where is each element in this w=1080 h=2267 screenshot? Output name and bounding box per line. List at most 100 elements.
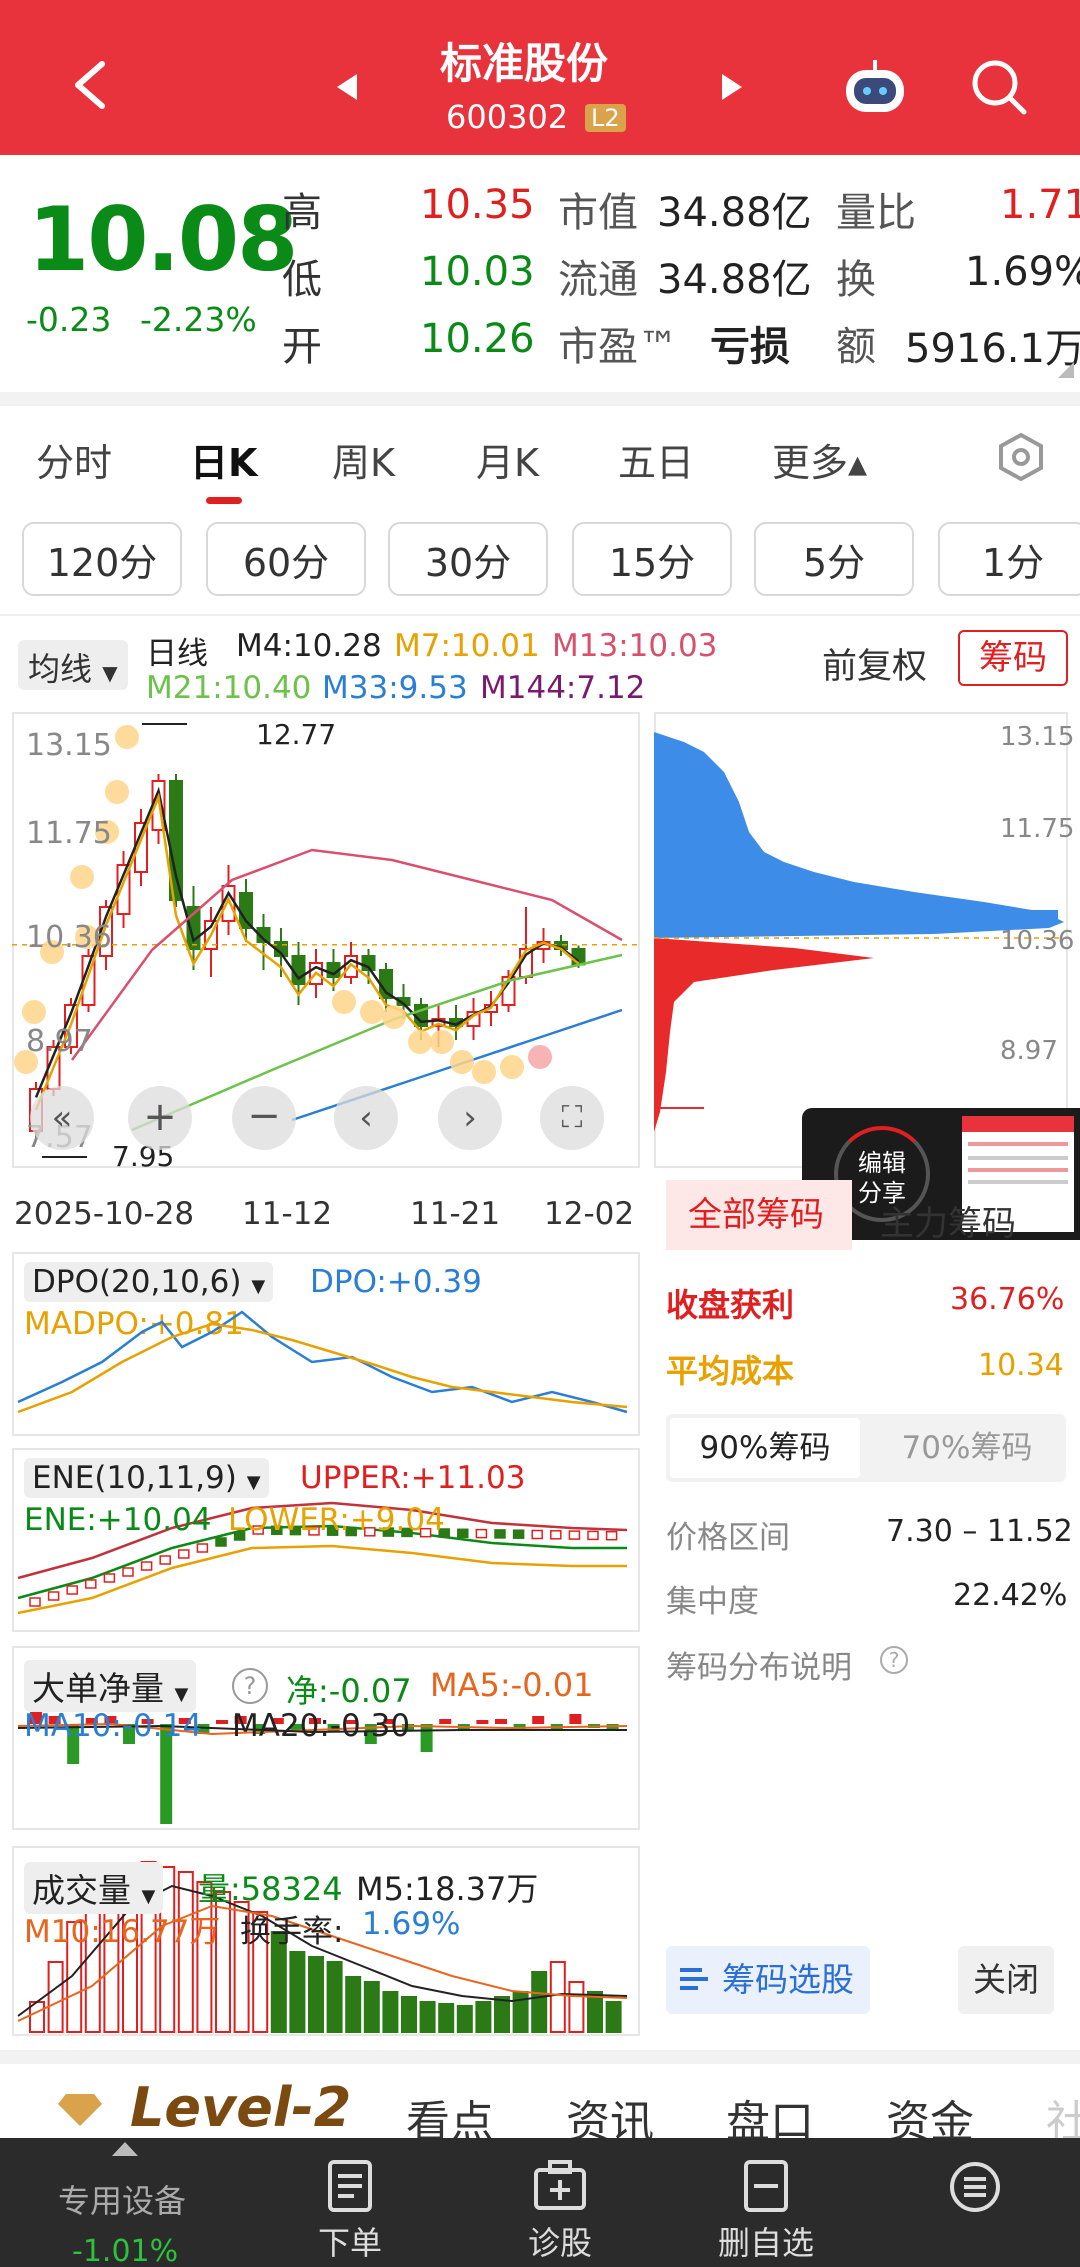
ene-candle — [494, 1529, 506, 1539]
tab-fenshi[interactable]: 分时 — [36, 432, 112, 487]
turnover-value: 1.69% — [965, 249, 1080, 295]
float-value: 34.88亿 — [657, 257, 812, 303]
ma-kind: 日线 — [146, 636, 208, 672]
robot-assistant-icon[interactable] — [840, 58, 910, 118]
adjust-mode[interactable]: 前复权 — [822, 638, 927, 689]
avg-cost-value: 10.34 — [978, 1348, 1064, 1383]
low-value: 10.03 — [420, 249, 535, 295]
concentration-label: 集中度 — [666, 1584, 759, 1620]
ene-candle — [457, 1528, 469, 1539]
mcap-label: 市值 — [558, 190, 638, 236]
period-60min-button[interactable]: 60分 — [206, 522, 366, 596]
tab-five-day[interactable]: 五日 — [618, 432, 694, 487]
chips-toggle-button[interactable]: 筹码 — [958, 630, 1068, 686]
tab-more[interactable]: 更多▴ — [772, 432, 867, 487]
close-chips-button[interactable]: 关闭 — [958, 1946, 1054, 2014]
volume-ratio-value: 1.71 — [1000, 182, 1080, 228]
scroll-left-fast-button[interactable]: « — [30, 1086, 94, 1150]
period-30min-button[interactable]: 30分 — [388, 522, 548, 596]
current-price: 10.08 — [28, 188, 298, 291]
volume-bar — [401, 1996, 417, 2033]
fullscreen-button[interactable]: ⛶ — [540, 1086, 604, 1150]
volume-bar — [438, 2003, 455, 2033]
divider — [0, 2050, 1080, 2064]
divider — [0, 614, 1080, 616]
tab-weekly-k[interactable]: 周K — [332, 432, 395, 487]
stock-name: 标准股份 — [440, 39, 609, 88]
kline-ylabel: 10.36 — [26, 920, 112, 955]
ma-m7: M7:10.01 — [394, 628, 540, 664]
turnover-label: 换 — [836, 257, 876, 303]
turnover-rate-value: 1.69% — [362, 1906, 461, 1942]
chip-ylabel: 13.15 — [1000, 722, 1075, 752]
high-note: 12.77 — [256, 718, 337, 751]
order-button-label[interactable]: 下单 — [318, 2218, 382, 2264]
volume-bar — [177, 1871, 194, 2033]
volume-bar — [47, 1961, 64, 2033]
td-count-marker — [528, 1045, 552, 1069]
period-label: 15分 — [608, 540, 696, 585]
help-circle-icon[interactable]: ? — [232, 1668, 268, 1704]
volume-bar — [326, 1961, 343, 2033]
stock-code: 600302 — [446, 98, 569, 136]
mcap-value: 34.88亿 — [657, 190, 812, 236]
order-form-icon[interactable] — [326, 2160, 374, 2212]
big-order-net: 净:-0.07 — [286, 1672, 412, 1710]
open-label: 开 — [282, 324, 322, 370]
chips-explain-link[interactable]: 筹码分布说明 — [666, 1642, 852, 1687]
profit-value: 36.76% — [950, 1282, 1065, 1317]
volume-bar — [289, 1951, 306, 2033]
period-1min-button[interactable]: 1分 — [938, 522, 1080, 596]
level2-label[interactable]: Level-2 — [130, 2076, 351, 2139]
scroll-right-button[interactable]: › — [438, 1086, 502, 1150]
chip-ylabel: 10.36 — [1000, 926, 1075, 956]
tab-daily-k[interactable]: 日K — [190, 432, 257, 487]
td-count-marker — [360, 1000, 384, 1024]
td-count-marker — [430, 1030, 454, 1054]
popup-text: 编辑 — [858, 1149, 906, 1177]
tab-main-chips[interactable]: 主力筹码 — [880, 1196, 1016, 1245]
volume-m5: M5:18.37万 — [356, 1870, 539, 1908]
period-5min-button[interactable]: 5分 — [754, 522, 914, 596]
ene-candle — [122, 1567, 134, 1577]
tab-all-chips[interactable]: 全部筹码 — [666, 1180, 852, 1250]
diagnose-button-label[interactable]: 诊股 — [528, 2218, 592, 2264]
seg-70-button[interactable]: 70%筹码 — [872, 1418, 1062, 1478]
float-label: 流通 — [558, 257, 638, 303]
td-count-marker — [332, 990, 356, 1014]
ene-selector[interactable]: ENE(10,11,9) ▼ — [24, 1458, 269, 1498]
period-label: 60分 — [242, 540, 330, 585]
price-change-pct: -2.23% — [140, 300, 257, 339]
diagnose-icon[interactable] — [532, 2160, 588, 2212]
price-change: -0.23 — [26, 300, 112, 339]
zoom-in-button[interactable]: + — [128, 1086, 192, 1150]
volume-bar — [419, 2001, 436, 2033]
prev-stock-icon[interactable] — [335, 72, 359, 102]
big-order-selector[interactable]: 大单净量 ▼ — [24, 1660, 197, 1712]
menu-circle-icon[interactable] — [948, 2160, 1002, 2214]
concentration-value: 22.42% — [953, 1578, 1068, 1613]
remove-watchlist-icon[interactable] — [742, 2160, 790, 2212]
search-icon[interactable] — [970, 58, 1030, 118]
remove-watchlist-label[interactable]: 删自选 — [718, 2218, 814, 2264]
zoom-out-button[interactable]: − — [232, 1086, 296, 1150]
tab-monthly-k[interactable]: 月K — [476, 432, 539, 487]
td-count-marker — [408, 1030, 432, 1054]
back-icon[interactable] — [70, 60, 110, 110]
period-120min-button[interactable]: 120分 — [22, 522, 182, 596]
next-stock-icon[interactable] — [720, 72, 744, 102]
ma-selector-dropdown[interactable]: 均线 ▼ — [18, 640, 128, 690]
help-circle-icon[interactable]: ? — [880, 1646, 908, 1674]
td-count-marker — [472, 1060, 496, 1084]
sector-name[interactable]: 专用设备 — [58, 2176, 186, 2222]
expand-corner-icon[interactable] — [1058, 362, 1074, 378]
settings-hexagon-icon[interactable] — [996, 432, 1046, 482]
ma-m33: M33:9.53 — [322, 670, 468, 706]
td-count-marker — [382, 1005, 406, 1029]
ene-candle — [568, 1530, 581, 1540]
big-order-bar — [569, 1714, 582, 1724]
big-order-bar — [476, 1720, 489, 1724]
period-15min-button[interactable]: 15分 — [572, 522, 732, 596]
scroll-left-button[interactable]: ‹ — [334, 1086, 398, 1150]
seg-90-button[interactable]: 90%筹码 — [670, 1418, 860, 1478]
